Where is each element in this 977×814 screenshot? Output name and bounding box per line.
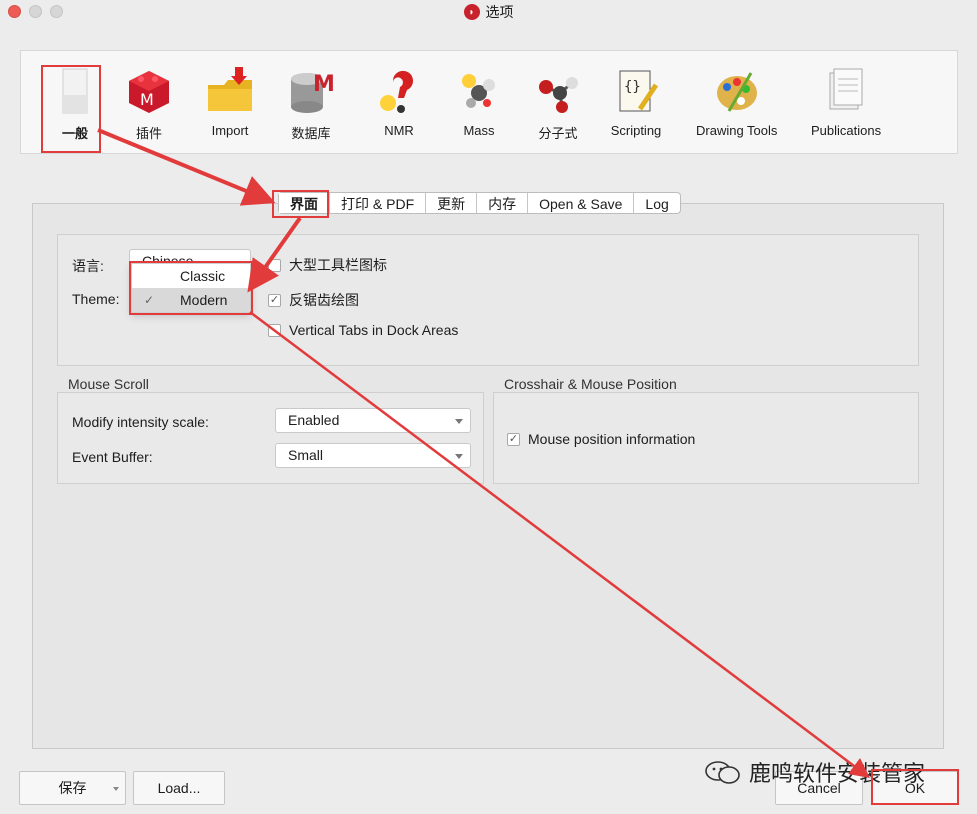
checkbox-box[interactable] — [268, 258, 281, 272]
checkbox-label: 反锯齿绘图 — [289, 292, 359, 308]
app-logo-icon: ◗ — [463, 4, 480, 20]
toolbar-item-label: Import — [211, 123, 249, 138]
toolbar-item-label: 分子式 — [538, 126, 578, 141]
buffer-select-value: Small — [288, 447, 324, 463]
zoom-window-button[interactable] — [50, 5, 63, 18]
mouse-scroll-title: Mouse Scroll — [68, 376, 149, 392]
theme-dropdown-menu: Classic ✓ Modern — [131, 263, 251, 313]
svg-text:M: M — [140, 90, 154, 109]
window-title: 选项 — [485, 4, 514, 20]
chevron-down-icon — [455, 454, 463, 459]
wechat-icon — [703, 759, 743, 785]
tab-print-pdf[interactable]: 打印 & PDF — [329, 193, 425, 213]
toolbar-item-scripting[interactable]: {} Scripting — [610, 65, 662, 138]
toolbar-item-label: Scripting — [610, 123, 662, 138]
checkmark-icon: ✓ — [144, 293, 155, 307]
plugins-icon: M — [123, 65, 175, 117]
watermark-badge: 鹿鸣软件安装管家 — [703, 756, 925, 788]
toolbar-item-publications[interactable]: Publications — [811, 65, 881, 138]
checkbox-label: Mouse position information — [528, 431, 696, 447]
category-toolbar: 一般 M 插件 Import M 数据库 NMR Mass 分子式 {} Scr… — [20, 50, 958, 154]
mouse-position-checkbox[interactable]: ✓ Mouse position information — [507, 431, 695, 447]
close-window-button[interactable] — [8, 5, 21, 18]
toolbar-item-database[interactable]: M 数据库 — [285, 65, 337, 142]
toolbar-item-molecule[interactable]: 分子式 — [532, 65, 584, 142]
theme-label: Theme: — [72, 291, 120, 307]
language-label: 语言: — [72, 258, 104, 274]
antialiasing-checkbox[interactable]: ✓ 反锯齿绘图 — [268, 290, 359, 310]
toolbar-item-label: 插件 — [135, 126, 162, 141]
toolbar-item-label: 数据库 — [291, 126, 331, 141]
nmr-icon — [373, 65, 425, 117]
svg-text:M: M — [313, 72, 335, 97]
window-title-group: ◗ 选项 — [463, 2, 514, 22]
palette-icon — [711, 65, 763, 117]
toolbar-item-label: Drawing Tools — [696, 123, 778, 138]
toolbar-item-label: Publications — [811, 123, 882, 138]
large-toolbar-icons-checkbox[interactable]: 大型工具栏图标 — [268, 255, 387, 275]
script-scroll-icon: {} — [610, 65, 662, 117]
load-button-label: Load... — [157, 780, 201, 796]
checkbox-box[interactable]: ✓ — [507, 432, 520, 446]
checkbox-box[interactable]: ✓ — [268, 293, 281, 307]
general-settings-icon — [49, 65, 101, 117]
chevron-down-icon — [455, 419, 463, 424]
toolbar-item-import[interactable]: Import — [204, 65, 256, 138]
mass-spec-icon — [453, 65, 505, 117]
theme-option-classic[interactable]: Classic — [132, 264, 250, 288]
intensity-label: Modify intensity scale: — [72, 414, 209, 430]
vertical-tabs-checkbox[interactable]: Vertical Tabs in Dock Areas — [268, 322, 458, 338]
mouse-scroll-group — [57, 392, 484, 484]
tab-log[interactable]: Log — [633, 193, 679, 213]
toolbar-item-mass[interactable]: Mass — [453, 65, 505, 138]
settings-tabs: 界面 打印 & PDF 更新 内存 Open & Save Log — [278, 192, 681, 214]
toolbar-item-label: NMR — [384, 123, 414, 138]
buffer-select[interactable]: Small — [275, 443, 471, 468]
tab-memory[interactable]: 内存 — [476, 193, 527, 213]
toolbar-item-label: 一般 — [61, 126, 88, 141]
title-bar: ◗ 选项 — [0, 0, 977, 24]
minimize-window-button[interactable] — [29, 5, 42, 18]
svg-text:{}: {} — [624, 79, 641, 95]
checkbox-label: 大型工具栏图标 — [289, 257, 387, 273]
save-button[interactable]: 保存 — [19, 771, 126, 805]
load-button[interactable]: Load... — [133, 771, 225, 805]
checkbox-label: Vertical Tabs in Dock Areas — [289, 322, 459, 338]
toolbar-item-nmr[interactable]: NMR — [373, 65, 425, 138]
save-button-label: 保存 — [58, 780, 87, 796]
chevron-down-icon — [113, 787, 119, 791]
import-folder-icon — [204, 65, 256, 117]
publications-icon — [820, 65, 872, 117]
tab-update[interactable]: 更新 — [425, 193, 476, 213]
crosshair-title: Crosshair & Mouse Position — [504, 376, 677, 392]
theme-option-label: Classic — [180, 268, 226, 284]
molecule-icon — [532, 65, 584, 117]
tab-open-save[interactable]: Open & Save — [527, 193, 633, 213]
toolbar-item-label: Mass — [463, 123, 495, 138]
window-controls — [8, 5, 63, 18]
theme-option-modern[interactable]: ✓ Modern — [132, 288, 250, 312]
watermark-text: 鹿鸣软件安装管家 — [749, 761, 926, 786]
theme-option-label: Modern — [180, 292, 228, 308]
toolbar-item-drawing-tools[interactable]: Drawing Tools — [696, 65, 777, 138]
tab-interface[interactable]: 界面 — [279, 193, 329, 213]
intensity-select-value: Enabled — [288, 412, 340, 428]
toolbar-item-plugins[interactable]: M 插件 — [123, 65, 175, 142]
toolbar-item-general[interactable]: 一般 — [49, 65, 101, 142]
checkbox-box[interactable] — [268, 323, 281, 337]
intensity-select[interactable]: Enabled — [275, 408, 471, 433]
buffer-label: Event Buffer: — [72, 449, 153, 465]
database-icon: M — [285, 65, 337, 117]
